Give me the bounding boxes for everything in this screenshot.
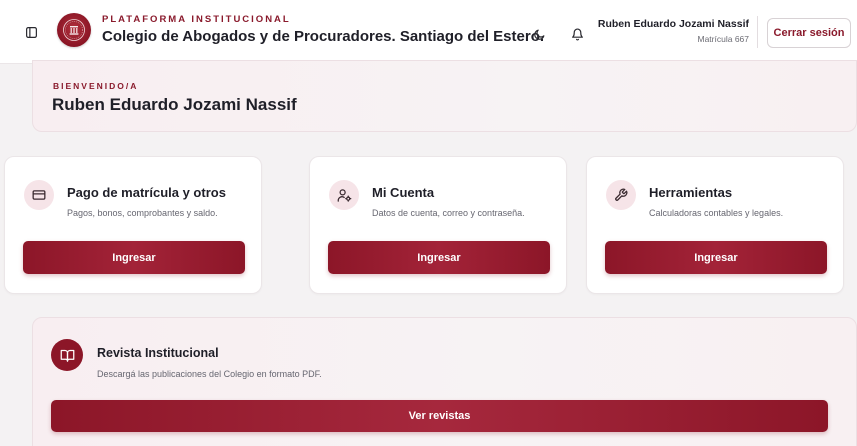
brand-block: PLATAFORMA INSTITUCIONAL Colegio de Abog… bbox=[102, 14, 544, 45]
header-divider bbox=[757, 16, 758, 48]
credit-card-icon bbox=[24, 180, 54, 210]
user-cog-icon bbox=[329, 180, 359, 210]
user-matricula: Matrícula 667 bbox=[697, 34, 750, 44]
card-title: Pago de matrícula y otros bbox=[67, 185, 226, 200]
top-header: PLATAFORMA INSTITUCIONAL Colegio de Abog… bbox=[0, 0, 857, 64]
welcome-card: BIENVENIDO/A Ruben Eduardo Jozami Nassif bbox=[32, 60, 857, 132]
revista-title: Revista Institucional bbox=[97, 346, 219, 360]
card-pago-matricula: Pago de matrícula y otros Pagos, bonos, … bbox=[4, 156, 262, 294]
card-herramientas: Herramientas Calculadoras contables y le… bbox=[586, 156, 844, 294]
ingresar-herramientas-button[interactable]: Ingresar bbox=[605, 241, 827, 274]
user-name: Ruben Eduardo Jozami Nassif bbox=[597, 18, 749, 30]
sidebar-toggle-icon[interactable] bbox=[24, 25, 38, 39]
revista-description: Descargá las publicaciones del Colegio e… bbox=[97, 369, 322, 379]
ingresar-pago-button[interactable]: Ingresar bbox=[23, 241, 245, 274]
card-title: Mi Cuenta bbox=[372, 185, 435, 200]
card-description: Pagos, bonos, comprobantes y saldo. bbox=[67, 208, 218, 218]
welcome-name: Ruben Eduardo Jozami Nassif bbox=[52, 95, 297, 114]
ingresar-cuenta-button[interactable]: Ingresar bbox=[328, 241, 550, 274]
welcome-kicker: BIENVENIDO/A bbox=[53, 81, 139, 91]
logout-button[interactable]: Cerrar sesión bbox=[767, 18, 851, 48]
brand-kicker: PLATAFORMA INSTITUCIONAL bbox=[102, 14, 291, 25]
book-open-icon bbox=[51, 339, 83, 371]
card-description: Calculadoras contables y legales. bbox=[649, 208, 784, 218]
wrench-icon bbox=[606, 180, 636, 210]
user-info: Ruben Eduardo Jozami Nassif Matrícula 66… bbox=[598, 18, 749, 44]
bell-icon[interactable] bbox=[569, 26, 585, 42]
institution-logo[interactable] bbox=[57, 13, 91, 47]
card-mi-cuenta: Mi Cuenta Datos de cuenta, correo y cont… bbox=[309, 156, 567, 294]
page-title: Colegio de Abogados y de Procuradores. S… bbox=[102, 28, 545, 45]
card-description: Datos de cuenta, correo y contraseña. bbox=[372, 208, 525, 218]
moon-icon[interactable] bbox=[531, 26, 547, 42]
revista-card: Revista Institucional Descargá las publi… bbox=[32, 317, 857, 446]
ver-revistas-button[interactable]: Ver revistas bbox=[51, 400, 828, 432]
card-title: Herramientas bbox=[649, 185, 733, 200]
